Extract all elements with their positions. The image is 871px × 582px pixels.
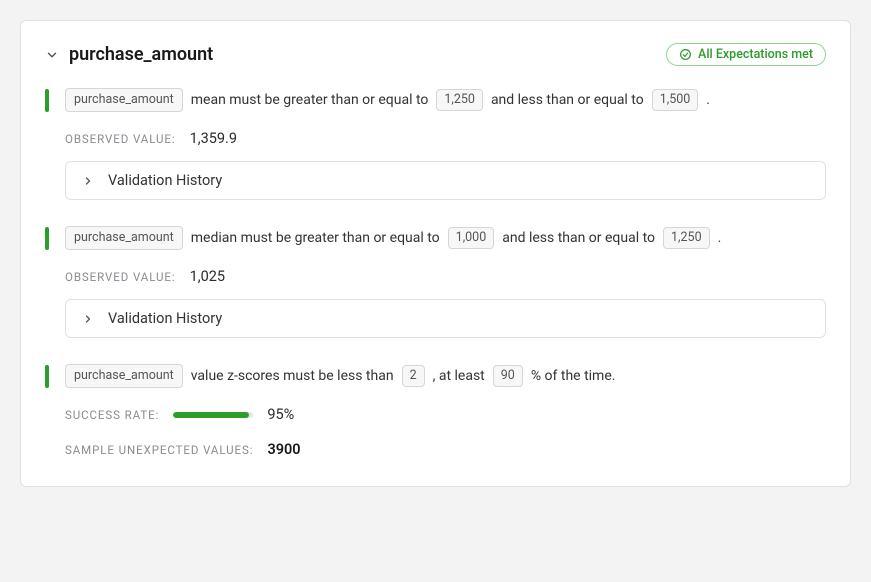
status-badge-text: All Expectations met: [698, 47, 813, 62]
sentence-tail: .: [718, 226, 722, 250]
panel-header-left[interactable]: purchase_amount: [45, 44, 213, 65]
sentence-text: and less than or equal to: [502, 226, 655, 250]
progress-track: [173, 412, 253, 418]
success-rate-row: SUCCESS RATE: 95%: [65, 406, 826, 423]
observed-value-row: OBSERVED VALUE: 1,359.9: [65, 130, 826, 147]
panel-title: purchase_amount: [69, 44, 213, 65]
observed-value: 1,025: [190, 268, 225, 285]
success-indicator: [45, 365, 49, 388]
value-chip: 90: [493, 365, 523, 387]
value-chip: 1,500: [652, 89, 699, 111]
column-chip: purchase_amount: [65, 226, 183, 250]
value-chip: 1,000: [448, 227, 495, 249]
sentence-text: and less than or equal to: [491, 88, 644, 112]
sentence-text: value z-scores must be less than: [191, 364, 394, 388]
observed-value-label: OBSERVED VALUE:: [65, 270, 176, 284]
value-chip: 1,250: [436, 89, 483, 111]
panel-header: purchase_amount All Expectations met: [45, 43, 826, 66]
value-chip: 2: [402, 365, 425, 387]
chevron-down-icon: [45, 48, 59, 62]
sentence-text: median must be greater than or equal to: [191, 226, 440, 250]
status-badge: All Expectations met: [666, 43, 826, 66]
progress-fill: [173, 412, 249, 418]
expectation-row: purchase_amount mean must be greater tha…: [45, 88, 826, 112]
success-indicator: [45, 227, 49, 250]
observed-value-row: OBSERVED VALUE: 1,025: [65, 268, 826, 285]
expectations-panel: purchase_amount All Expectations met pur…: [20, 20, 851, 487]
check-circle-icon: [679, 48, 692, 61]
sentence-tail: .: [706, 88, 710, 112]
validation-history-label: Validation History: [108, 310, 222, 327]
success-rate-progress: 95%: [173, 406, 294, 423]
sentence-text: mean must be greater than or equal to: [191, 88, 429, 112]
chevron-right-icon: [82, 313, 94, 325]
sample-unexpected-value: 3900: [267, 441, 300, 458]
validation-history-toggle[interactable]: Validation History: [65, 161, 826, 200]
column-chip: purchase_amount: [65, 88, 183, 112]
column-chip: purchase_amount: [65, 364, 183, 388]
success-rate-label: SUCCESS RATE:: [65, 408, 159, 422]
success-rate-value: 95%: [267, 406, 294, 423]
chevron-right-icon: [82, 175, 94, 187]
expectation-row: purchase_amount value z-scores must be l…: [45, 364, 826, 388]
sentence-tail: % of the time.: [531, 364, 616, 388]
expectation-sentence: purchase_amount median must be greater t…: [65, 226, 826, 250]
value-chip: 1,250: [663, 227, 710, 249]
sample-unexpected-label: SAMPLE UNEXPECTED VALUES:: [65, 443, 253, 457]
expectation-row: purchase_amount median must be greater t…: [45, 226, 826, 250]
sentence-text: , at least: [433, 364, 485, 388]
validation-history-toggle[interactable]: Validation History: [65, 299, 826, 338]
observed-value-label: OBSERVED VALUE:: [65, 132, 176, 146]
success-indicator: [45, 89, 49, 112]
observed-value: 1,359.9: [190, 130, 237, 147]
expectation-sentence: purchase_amount mean must be greater tha…: [65, 88, 826, 112]
validation-history-label: Validation History: [108, 172, 222, 189]
expectation-sentence: purchase_amount value z-scores must be l…: [65, 364, 826, 388]
sample-unexpected-row: SAMPLE UNEXPECTED VALUES: 3900: [65, 441, 826, 458]
